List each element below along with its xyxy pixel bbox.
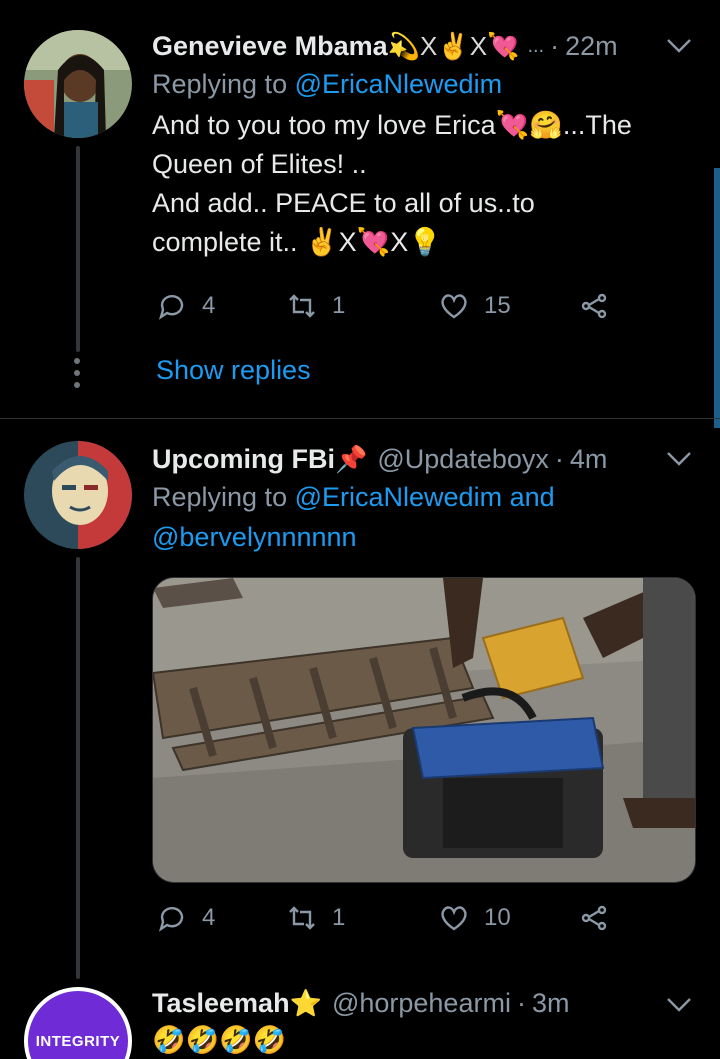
avatar-text: INTEGRITY — [35, 1032, 121, 1050]
star-emoji: ⭐ — [289, 988, 322, 1018]
chevron-down-icon[interactable] — [666, 34, 692, 60]
mention-link[interactable]: @EricaNlewedim — [295, 69, 502, 99]
reply-icon — [158, 295, 184, 320]
retweet-button[interactable]: 1 — [286, 290, 345, 322]
like-count: 15 — [484, 292, 511, 319]
replying-prefix: Replying to — [152, 482, 288, 512]
share-button[interactable] — [578, 290, 610, 322]
tweet-upcoming-fbi[interactable]: Upcoming FBi 📌 @Updateboyx · 4m Replying… — [0, 419, 720, 979]
avatar-upcoming-fbi[interactable] — [24, 441, 132, 549]
pushpin-emoji: 📌 — [335, 444, 368, 474]
tweet-header: Genevieve Mbama 💫X✌X💘 ... · 22m — [152, 28, 700, 64]
display-name[interactable]: Upcoming FBi — [152, 441, 335, 477]
photo-generator-refuel — [153, 578, 695, 882]
chevron-down-icon[interactable] — [666, 447, 692, 473]
reply-button[interactable]: 4 — [156, 902, 215, 934]
thread-line — [76, 146, 80, 352]
avatar-genevieve[interactable] — [24, 30, 132, 138]
share-button[interactable] — [578, 902, 610, 934]
tweet-media-photo[interactable] — [152, 577, 696, 883]
thread-more-dots — [74, 358, 82, 394]
separator-dot: · — [554, 444, 564, 474]
retweet-count: 1 — [332, 904, 346, 931]
reply-icon — [158, 907, 184, 932]
thread-line — [76, 557, 80, 979]
tweet-text: 🤣🤣🤣🤣 — [152, 1025, 287, 1055]
show-replies-link[interactable]: Show replies — [156, 355, 311, 386]
like-button[interactable]: 10 — [438, 902, 511, 934]
replying-and: and — [509, 482, 555, 512]
scroll-indicator[interactable] — [714, 168, 720, 428]
share-icon — [581, 905, 607, 931]
heart-icon — [441, 294, 467, 319]
tweet-header: Upcoming FBi 📌 @Updateboyx · 4m — [152, 441, 700, 477]
replying-to: Replying to @EricaNlewedim and @bervelyn… — [152, 477, 700, 557]
retweet-button[interactable]: 1 — [286, 902, 345, 934]
mention-link[interactable]: @EricaNlewedim — [295, 482, 502, 512]
avatar-image — [24, 30, 132, 138]
chevron-down-icon[interactable] — [666, 993, 692, 1019]
separator-dot: · — [516, 988, 526, 1018]
share-icon — [581, 293, 607, 319]
retweet-count: 1 — [332, 292, 346, 319]
handle-truncated: ... — [527, 35, 545, 57]
like-count: 10 — [484, 904, 511, 931]
retweet-icon — [289, 906, 315, 930]
display-name[interactable]: Genevieve Mbama — [152, 28, 388, 64]
tweet-text: And to you too my love Erica💘🤗...The Que… — [152, 106, 700, 262]
timestamp[interactable]: 22m — [565, 28, 618, 64]
tweet-tasleemah[interactable]: INTEGRITY Tasleemah ⭐ @horpehearmi · 3m … — [0, 979, 720, 1059]
handle[interactable]: @horpehearmi — [332, 985, 511, 1021]
display-name[interactable]: Tasleemah — [152, 985, 290, 1021]
avatar-tasleemah[interactable]: INTEGRITY — [24, 987, 132, 1059]
replying-to: Replying to @EricaNlewedim — [152, 64, 700, 104]
like-button[interactable]: 15 — [438, 290, 511, 322]
timestamp[interactable]: 3m — [532, 985, 570, 1021]
tweet-text-line: Queen of Elites! .. — [152, 149, 367, 179]
reply-count: 4 — [202, 292, 216, 319]
avatar-image — [24, 441, 132, 549]
tweet-text-line: complete it.. ✌X💘X💡 — [152, 227, 442, 257]
timestamp[interactable]: 4m — [570, 441, 608, 477]
tweet-header: Tasleemah ⭐ @horpehearmi · 3m — [152, 985, 700, 1021]
tweet-text-line: And add.. PEACE to all of us..to — [152, 188, 535, 218]
heart-icon — [441, 906, 467, 931]
separator-dot: · — [550, 31, 560, 61]
name-emoji: 💫X✌X💘 — [387, 31, 520, 61]
handle[interactable]: @Updateboyx — [377, 441, 549, 477]
reply-button[interactable]: 4 — [156, 290, 215, 322]
replying-prefix: Replying to — [152, 69, 288, 99]
retweet-icon — [289, 294, 315, 318]
reply-count: 4 — [202, 904, 216, 931]
mention-link[interactable]: @bervelynnnnnn — [152, 522, 357, 552]
tweet-genevieve[interactable]: Genevieve Mbama 💫X✌X💘 ... · 22m Replying… — [0, 0, 720, 418]
tweet-text-line: And to you too my love Erica💘🤗...The — [152, 110, 632, 140]
